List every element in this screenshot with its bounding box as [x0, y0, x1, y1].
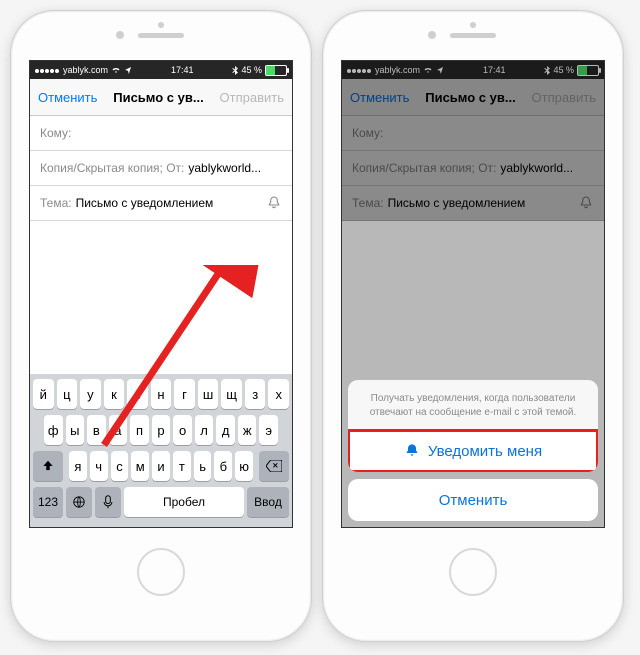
- globe-icon: [72, 495, 86, 509]
- screen-left: yablyk.com 17:41 45 % Отменить Письмо с …: [29, 60, 293, 528]
- numbers-key[interactable]: 123: [33, 487, 63, 517]
- key-ы[interactable]: ы: [66, 415, 85, 445]
- return-key[interactable]: Ввод: [247, 487, 289, 517]
- key-л[interactable]: л: [195, 415, 214, 445]
- front-camera: [116, 31, 124, 39]
- key-к[interactable]: к: [104, 379, 125, 409]
- send-button[interactable]: Отправить: [220, 90, 284, 105]
- backspace-key[interactable]: [259, 451, 289, 481]
- bell-filled-icon: [404, 443, 420, 459]
- speaker-grille: [138, 33, 184, 38]
- key-д[interactable]: д: [216, 415, 235, 445]
- bluetooth-icon: [232, 66, 238, 75]
- wifi-icon: [111, 66, 121, 74]
- sheet-cancel-label: Отменить: [439, 492, 508, 509]
- subject-value: Письмо с уведомлением: [76, 196, 214, 210]
- action-sheet: Получать уведомления, когда пользователи…: [348, 380, 598, 521]
- key-с[interactable]: с: [111, 451, 129, 481]
- sensor-dot: [470, 22, 476, 28]
- key-р[interactable]: р: [152, 415, 171, 445]
- cc-from-field[interactable]: Копия/Скрытая копия; От: yablykworld...: [30, 151, 292, 186]
- clock-label: 17:41: [171, 65, 194, 75]
- shift-key[interactable]: [33, 451, 63, 481]
- key-я[interactable]: я: [69, 451, 87, 481]
- signal-dots-icon: [35, 65, 60, 75]
- key-а[interactable]: а: [109, 415, 128, 445]
- key-ь[interactable]: ь: [194, 451, 212, 481]
- key-э[interactable]: э: [259, 415, 278, 445]
- globe-key[interactable]: [66, 487, 92, 517]
- to-label: Кому:: [40, 126, 71, 140]
- iphone-left: yablyk.com 17:41 45 % Отменить Письмо с …: [10, 10, 312, 642]
- keyboard: йцукенгшщзх фывапролджэ ячсмитьбю 123: [30, 374, 292, 527]
- backspace-icon: [266, 460, 282, 472]
- key-б[interactable]: б: [214, 451, 232, 481]
- key-м[interactable]: м: [131, 451, 149, 481]
- subject-field[interactable]: Тема: Письмо с уведомлением: [30, 186, 292, 221]
- mic-icon: [103, 495, 113, 509]
- notify-me-button[interactable]: Уведомить меня: [348, 430, 598, 472]
- key-ч[interactable]: ч: [90, 451, 108, 481]
- carrier-label: yablyk.com: [63, 65, 108, 75]
- key-о[interactable]: о: [173, 415, 192, 445]
- battery-pct-label: 45 %: [241, 65, 262, 75]
- cc-value: yablykworld...: [188, 161, 261, 175]
- key-в[interactable]: в: [87, 415, 106, 445]
- key-ю[interactable]: ю: [235, 451, 253, 481]
- front-camera: [428, 31, 436, 39]
- key-щ[interactable]: щ: [221, 379, 242, 409]
- screen-right: yablyk.com 17:41 45 % Отменить Письмо с …: [341, 60, 605, 528]
- location-icon: [124, 66, 132, 74]
- sheet-message: Получать уведомления, когда пользователи…: [348, 380, 598, 430]
- cc-label: Копия/Скрытая копия; От:: [40, 161, 184, 175]
- bell-icon[interactable]: [266, 195, 282, 211]
- status-bar: yablyk.com 17:41 45 %: [30, 61, 292, 79]
- key-х[interactable]: х: [268, 379, 289, 409]
- notify-me-label: Уведомить меня: [428, 443, 542, 460]
- key-н[interactable]: н: [151, 379, 172, 409]
- home-button[interactable]: [449, 548, 497, 596]
- spacebar-key[interactable]: Пробел: [124, 487, 244, 517]
- key-т[interactable]: т: [173, 451, 191, 481]
- key-ш[interactable]: ш: [198, 379, 219, 409]
- key-ц[interactable]: ц: [57, 379, 78, 409]
- to-field[interactable]: Кому:: [30, 116, 292, 151]
- compose-navbar: Отменить Письмо с ув... Отправить: [30, 79, 292, 116]
- shift-icon: [41, 459, 55, 473]
- key-у[interactable]: у: [80, 379, 101, 409]
- subject-label: Тема:: [40, 196, 72, 210]
- key-з[interactable]: з: [245, 379, 266, 409]
- nav-title: Письмо с ув...: [97, 90, 219, 105]
- mic-key[interactable]: [95, 487, 121, 517]
- sensor-dot: [158, 22, 164, 28]
- key-и[interactable]: и: [152, 451, 170, 481]
- speaker-grille: [450, 33, 496, 38]
- message-body[interactable]: [30, 221, 292, 374]
- key-г[interactable]: г: [174, 379, 195, 409]
- key-е[interactable]: е: [127, 379, 148, 409]
- key-й[interactable]: й: [33, 379, 54, 409]
- key-ж[interactable]: ж: [238, 415, 257, 445]
- cancel-button[interactable]: Отменить: [38, 90, 97, 105]
- key-ф[interactable]: ф: [44, 415, 63, 445]
- battery-icon: [265, 65, 287, 76]
- iphone-right: yablyk.com 17:41 45 % Отменить Письмо с …: [322, 10, 624, 642]
- key-п[interactable]: п: [130, 415, 149, 445]
- home-button[interactable]: [137, 548, 185, 596]
- sheet-cancel-button[interactable]: Отменить: [348, 479, 598, 521]
